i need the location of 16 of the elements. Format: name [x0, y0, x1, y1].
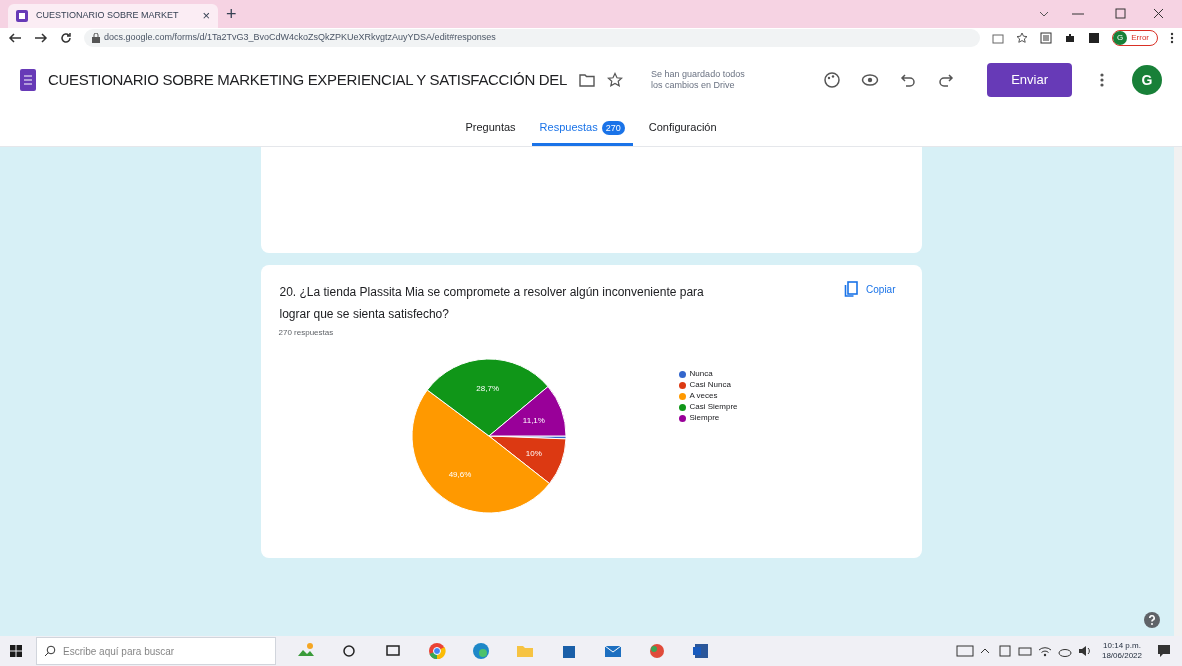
legend-label: A veces	[689, 391, 718, 401]
slice-label: 10%	[525, 448, 542, 458]
slice-label: 49,6%	[448, 469, 471, 479]
legend-label: Casi Siempre	[689, 402, 738, 412]
slice-label: 11,1%	[522, 415, 545, 425]
legend-label: Nunca	[689, 369, 713, 379]
url-text: docs.google.com/forms/d/1Ta2TvG3_BvoCdW4ckoZsQkZPKUeXRkvgtzAuyYDSA/edit#responses	[104, 31, 496, 45]
save-status: Se han guardado todos los cambios en Drive	[651, 69, 746, 91]
response-count: 270 respuestas	[278, 327, 335, 339]
question-text: 20. ¿La tienda Plassita Mia se compromete a resolver algún inconveniente para lograr que se sienta satisfecho?	[279, 284, 705, 323]
slice-label: 28,7%	[475, 384, 499, 394]
legend-label: Casi Nunca	[689, 380, 731, 390]
tab-title: CUESTIONARIO SOBRE MARKET	[36, 9, 180, 23]
form-title: CUESTIONARIO SOBRE MARKETING EXPERIENCIAL Y SATISFACCIÓN DEL	[48, 69, 568, 90]
response-count-badge: 270	[601, 120, 625, 135]
legend-label: Siempre	[689, 413, 720, 423]
